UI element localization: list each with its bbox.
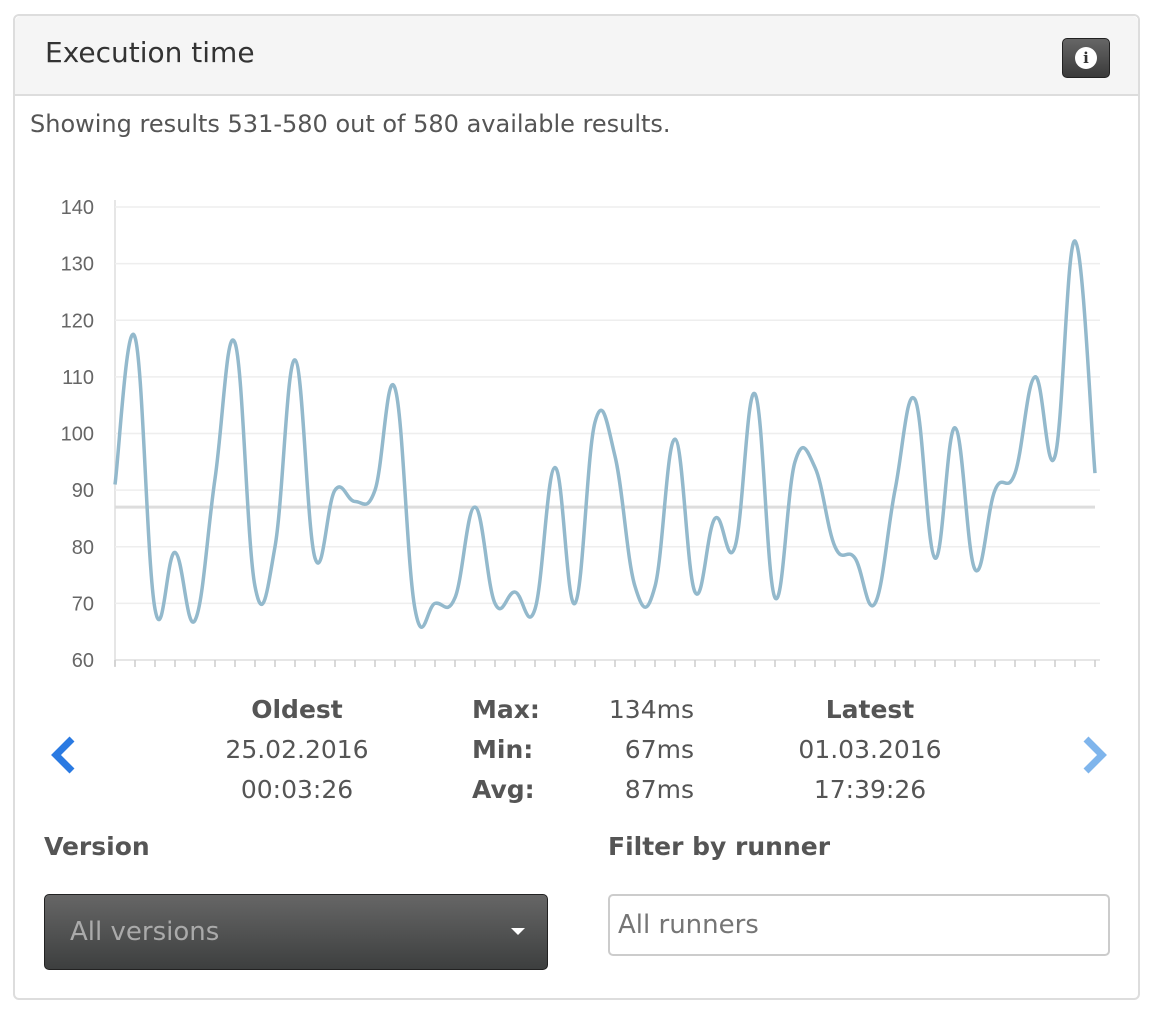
version-select[interactable]: All versions <box>44 894 548 970</box>
chevron-left-icon <box>51 736 75 774</box>
y-tick-label: 60 <box>72 650 94 672</box>
y-tick-label: 100 <box>61 424 94 446</box>
latest-time: 17:39:26 <box>813 775 927 804</box>
min-value: 67ms <box>624 735 694 764</box>
stat-values: 134ms 67ms 87ms <box>580 690 694 810</box>
y-tick-label: 130 <box>61 254 94 276</box>
avg-label: Avg: <box>472 775 535 804</box>
stat-labels: Max: Min: Avg: <box>472 690 540 810</box>
version-selected: All versions <box>70 917 220 947</box>
max-value: 134ms <box>608 695 694 724</box>
latest-date: 01.03.2016 <box>798 735 942 764</box>
y-tick-label: 140 <box>61 197 94 219</box>
execution-time-chart: 60 70 80 90 100 110 120 130 140 <box>61 197 1100 672</box>
oldest-time: 00:03:26 <box>240 775 354 804</box>
y-tick-label: 70 <box>72 593 94 615</box>
next-page-button[interactable] <box>1080 735 1108 785</box>
oldest-label: Oldest <box>251 695 343 724</box>
avg-value: 87ms <box>624 775 694 804</box>
runner-label: Filter by runner <box>608 832 831 861</box>
runner-filter-input[interactable] <box>608 894 1110 956</box>
max-label: Max: <box>472 695 540 724</box>
y-tick-label: 90 <box>72 480 94 502</box>
min-label: Min: <box>472 735 534 764</box>
oldest-stats: Oldest 25.02.2016 00:03:26 <box>197 690 397 810</box>
version-label: Version <box>44 832 150 861</box>
chevron-right-icon <box>1083 736 1107 774</box>
oldest-date: 25.02.2016 <box>225 735 369 764</box>
y-tick-label: 110 <box>62 367 94 389</box>
caret-down-icon <box>511 928 525 935</box>
previous-page-button[interactable] <box>50 735 78 785</box>
latest-label: Latest <box>825 695 915 724</box>
y-tick-label: 80 <box>72 537 94 559</box>
latest-stats: Latest 01.03.2016 17:39:26 <box>770 690 970 810</box>
y-tick-label: 120 <box>61 310 94 332</box>
